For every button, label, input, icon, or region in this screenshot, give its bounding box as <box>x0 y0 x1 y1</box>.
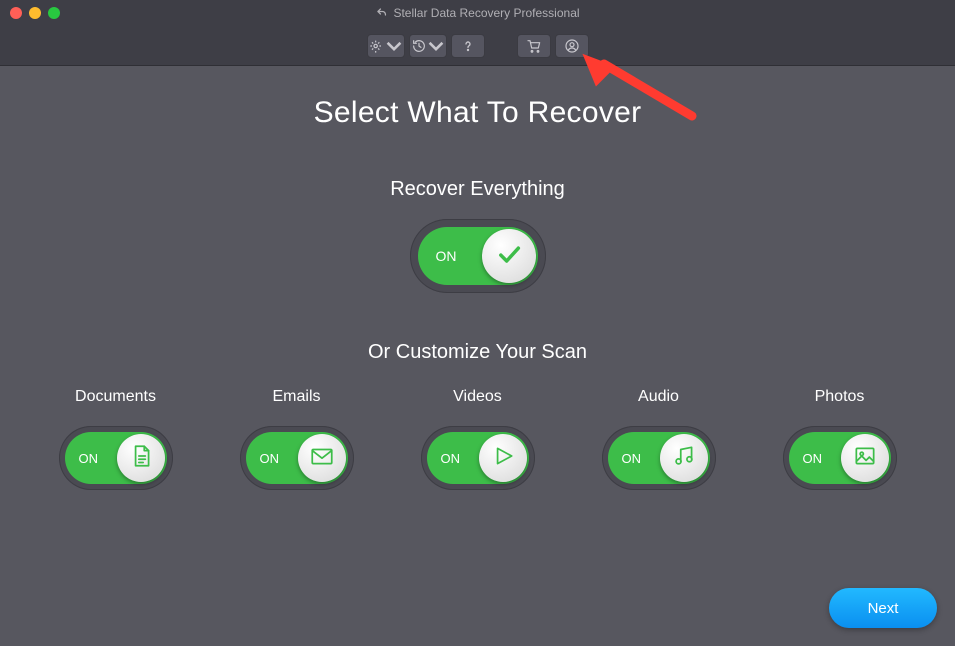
image-icon <box>852 443 878 474</box>
page-title: Select What To Recover <box>0 96 955 130</box>
titlebar: Stellar Data Recovery Professional <box>0 0 955 26</box>
main-content: Select What To Recover Recover Everythin… <box>0 66 955 490</box>
recover-everything-toggle[interactable]: ON <box>418 227 538 285</box>
audio-toggle[interactable]: ON <box>608 432 710 484</box>
document-icon <box>128 443 154 474</box>
videos-toggle[interactable]: ON <box>427 432 529 484</box>
settings-button[interactable] <box>367 34 405 58</box>
recover-everything-toggle-wrap: ON <box>410 219 546 293</box>
category-row: Documents ON Emails ON <box>0 388 955 490</box>
toggle-wrap: ON <box>421 426 535 490</box>
toolbar <box>0 26 955 66</box>
category-documents: Documents ON <box>31 388 201 490</box>
cart-button[interactable] <box>517 34 551 58</box>
toggle-knob <box>841 434 889 482</box>
play-icon <box>490 443 516 474</box>
toggle-on-label: ON <box>79 451 99 466</box>
history-button[interactable] <box>409 34 447 58</box>
zoom-window-button[interactable] <box>48 7 60 19</box>
toggle-knob <box>117 434 165 482</box>
mail-icon <box>309 443 335 474</box>
next-button[interactable]: Next <box>829 588 937 628</box>
help-button[interactable] <box>451 34 485 58</box>
toggle-knob <box>660 434 708 482</box>
customize-scan-title: Or Customize Your Scan <box>0 341 955 364</box>
category-label: Photos <box>755 388 925 406</box>
window-controls <box>10 7 60 19</box>
toggle-wrap: ON <box>59 426 173 490</box>
recover-everything-title: Recover Everything <box>0 178 955 201</box>
back-icon <box>375 7 387 19</box>
category-videos: Videos ON <box>393 388 563 490</box>
toggle-on-label: ON <box>260 451 280 466</box>
check-icon <box>495 240 523 273</box>
category-emails: Emails ON <box>212 388 382 490</box>
toggle-wrap: ON <box>602 426 716 490</box>
photos-toggle[interactable]: ON <box>789 432 891 484</box>
category-label: Emails <box>212 388 382 406</box>
toggle-on-label: ON <box>803 451 823 466</box>
category-audio: Audio ON <box>574 388 744 490</box>
category-label: Videos <box>393 388 563 406</box>
window-title-text: Stellar Data Recovery Professional <box>393 6 579 20</box>
music-icon <box>671 443 697 474</box>
documents-toggle[interactable]: ON <box>65 432 167 484</box>
toggle-knob <box>482 229 536 283</box>
toggle-wrap: ON <box>783 426 897 490</box>
minimize-window-button[interactable] <box>29 7 41 19</box>
toggle-knob <box>298 434 346 482</box>
category-label: Documents <box>31 388 201 406</box>
toggle-knob <box>479 434 527 482</box>
account-button[interactable] <box>555 34 589 58</box>
close-window-button[interactable] <box>10 7 22 19</box>
toggle-wrap: ON <box>240 426 354 490</box>
emails-toggle[interactable]: ON <box>246 432 348 484</box>
window-title: Stellar Data Recovery Professional <box>375 6 579 20</box>
toggle-on-label: ON <box>436 248 457 264</box>
category-photos: Photos ON <box>755 388 925 490</box>
toggle-on-label: ON <box>622 451 642 466</box>
toggle-on-label: ON <box>441 451 461 466</box>
category-label: Audio <box>574 388 744 406</box>
